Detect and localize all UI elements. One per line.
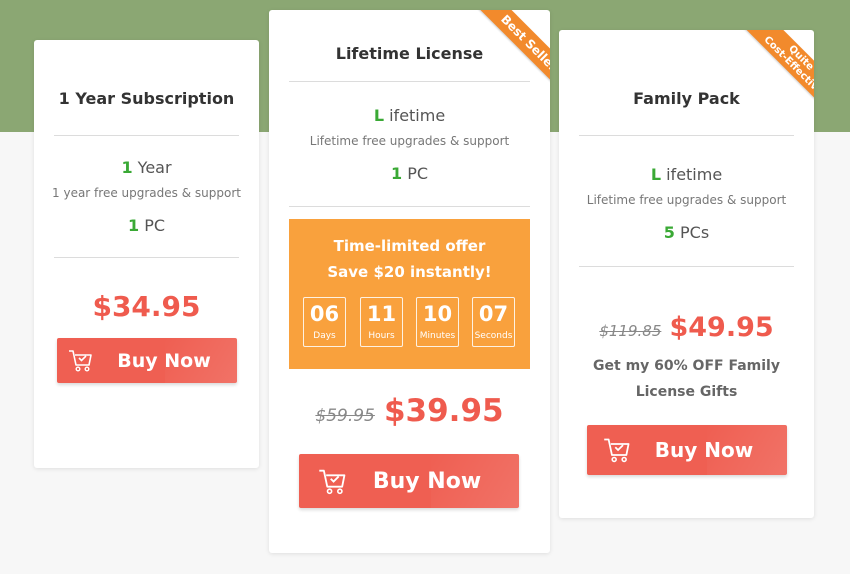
price-row: $59.95 $39.95 xyxy=(269,393,550,429)
pc-number: 1 xyxy=(127,216,140,235)
plan-card-family-pack: Quite Cost-Effective Family Pack L ifeti… xyxy=(559,30,814,518)
countdown-value: 07 xyxy=(478,302,509,326)
family-gift-note: Get my 60% OFF Family License Gifts xyxy=(559,353,814,405)
countdown-value: 06 xyxy=(309,302,340,326)
shopping-cart-check-icon xyxy=(319,469,346,495)
divider xyxy=(579,266,794,267)
countdown-value: 10 xyxy=(422,302,453,326)
countdown-unit: Seconds xyxy=(474,331,513,341)
countdown-hours: 11 Hours xyxy=(360,297,403,347)
price: $49.95 xyxy=(669,312,774,343)
term-number: 1 xyxy=(121,158,133,177)
upgrade-note: Lifetime free upgrades & support xyxy=(586,193,787,207)
pc-number: 5 xyxy=(663,223,675,242)
plan-title: 1 Year Subscription xyxy=(58,89,235,108)
plan-title: Lifetime License xyxy=(335,44,484,63)
price: $34.95 xyxy=(92,290,201,323)
term-text: ifetime xyxy=(666,165,723,184)
term-line: L ifetime xyxy=(559,165,814,184)
term-text: Year xyxy=(137,158,172,177)
pc-text: PCs xyxy=(680,223,710,242)
offer-headline: Time-limited offer xyxy=(333,237,486,255)
term-number: L xyxy=(373,106,385,125)
offer-savings: Save $20 instantly! xyxy=(327,263,492,281)
divider xyxy=(289,206,530,207)
plan-card-lifetime: Best Seller Lifetime License L ifetime L… xyxy=(269,10,550,553)
upgrade-note: Lifetime free upgrades & support xyxy=(309,134,510,148)
divider xyxy=(579,135,794,136)
countdown-minutes: 10 Minutes xyxy=(416,297,459,347)
price-row: $119.85 $49.95 xyxy=(559,312,814,343)
countdown-days: 06 Days xyxy=(303,297,346,347)
pc-text: PC xyxy=(144,216,166,235)
countdown-unit: Minutes xyxy=(419,331,456,341)
countdown-unit: Days xyxy=(313,331,336,341)
pc-count-line: 1 PC xyxy=(269,164,550,183)
plan-card-1-year: 1 Year Subscription 1 Year 1 year free u… xyxy=(34,40,259,468)
pc-number: 1 xyxy=(390,164,403,183)
buy-now-button[interactable]: Buy Now xyxy=(299,454,519,508)
shopping-cart-check-icon xyxy=(69,350,92,372)
countdown-value: 11 xyxy=(366,302,397,326)
gift-note-line-1: Get my 60% OFF Family xyxy=(593,358,780,374)
buy-now-label: Buy Now xyxy=(654,438,754,462)
original-price: $59.95 xyxy=(315,406,375,426)
term-line: L ifetime xyxy=(269,106,550,125)
buy-now-label: Buy Now xyxy=(372,468,482,494)
buy-now-label: Buy Now xyxy=(117,349,211,372)
price: $39.95 xyxy=(383,393,504,429)
countdown-seconds: 07 Seconds xyxy=(472,297,515,347)
gift-note-line-2: License Gifts xyxy=(635,384,738,400)
divider xyxy=(54,135,239,136)
divider xyxy=(289,81,530,82)
upgrade-note: 1 year free upgrades & support xyxy=(52,186,241,200)
original-price: $119.85 xyxy=(599,322,662,340)
pc-text: PC xyxy=(407,164,429,183)
buy-now-button[interactable]: Buy Now xyxy=(587,425,787,475)
term-number: L xyxy=(650,165,662,184)
countdown-unit: Hours xyxy=(368,331,395,341)
pc-count-line: 5 PCs xyxy=(559,223,814,242)
time-limited-offer-box: Time-limited offer Save $20 instantly! 0… xyxy=(289,219,530,369)
term-line: 1 Year xyxy=(34,158,259,177)
term-text: ifetime xyxy=(389,106,446,125)
pc-count-line: 1 PC xyxy=(34,216,259,235)
shopping-cart-check-icon xyxy=(604,438,630,463)
buy-now-button[interactable]: Buy Now xyxy=(57,338,237,383)
price-row: $34.95 xyxy=(34,290,259,323)
plan-title: Family Pack xyxy=(633,89,740,108)
divider xyxy=(54,257,239,258)
